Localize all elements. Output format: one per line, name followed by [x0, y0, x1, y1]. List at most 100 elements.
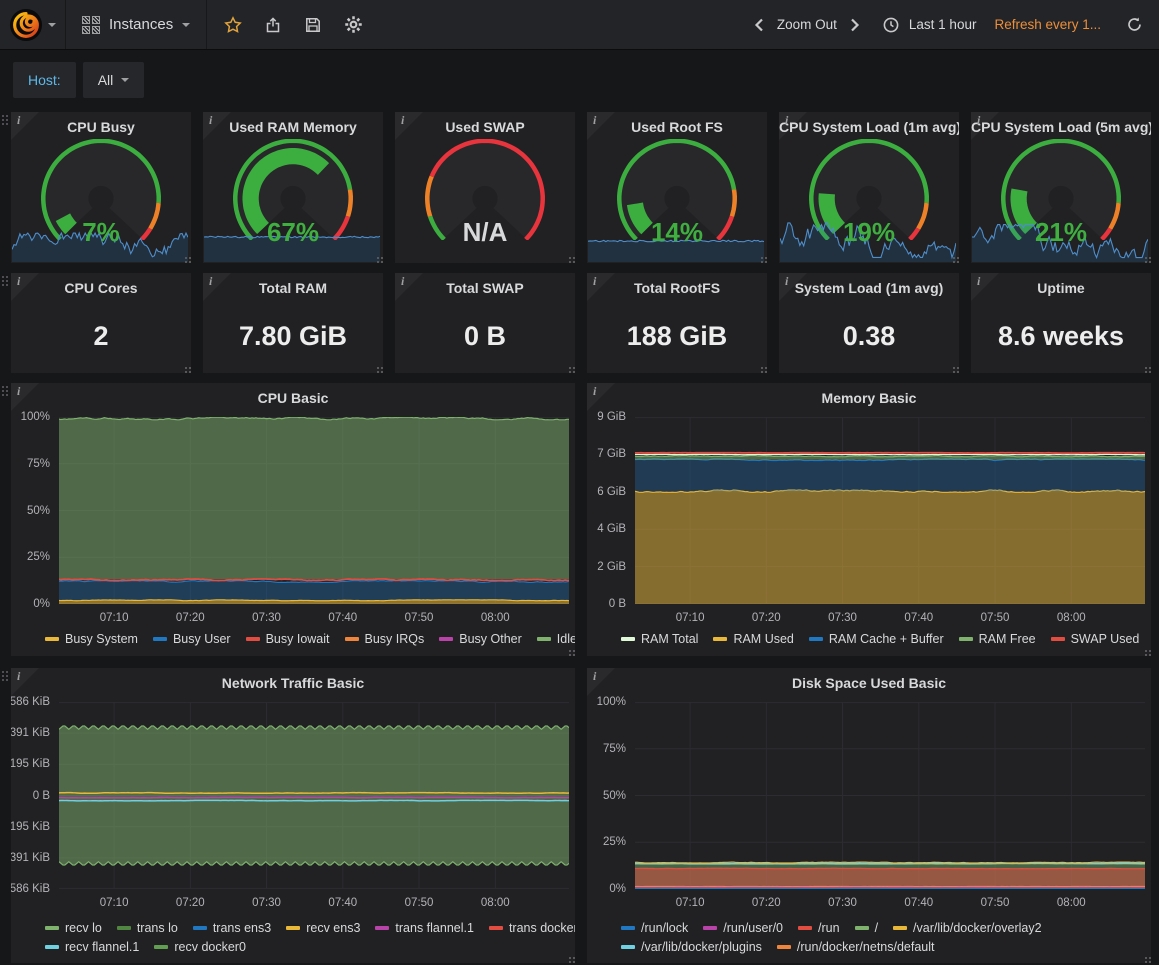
- legend-item[interactable]: /run/docker/netns/default: [777, 940, 935, 954]
- row-drag-handle[interactable]: [2, 671, 4, 673]
- legend-item[interactable]: recv ens3: [286, 921, 360, 935]
- legend-item[interactable]: recv docker0: [154, 940, 246, 954]
- panel-corner: [587, 668, 615, 696]
- legend-row: /run/lock/run/user/0/run / /var/lib/docker…: [621, 918, 1143, 937]
- panel-resize-handle[interactable]: [761, 367, 763, 369]
- panel-info-icon[interactable]: i: [593, 384, 596, 399]
- panel-info-icon[interactable]: i: [593, 274, 596, 289]
- legend-item[interactable]: Busy Iowait: [246, 632, 330, 646]
- legend-item[interactable]: /run/lock: [621, 921, 688, 935]
- legend-item[interactable]: RAM Total: [621, 632, 698, 646]
- panel-resize-handle[interactable]: [377, 257, 379, 259]
- panel-info-icon[interactable]: i: [593, 113, 596, 128]
- legend-item[interactable]: Idle: [537, 632, 575, 646]
- legend-item[interactable]: /run: [798, 921, 840, 935]
- legend-item[interactable]: trans flannel.1: [375, 921, 474, 935]
- time-shift-forward-button[interactable]: [841, 0, 869, 50]
- legend-swatch: [117, 926, 131, 930]
- panel-info-icon[interactable]: i: [209, 113, 212, 128]
- panel-title[interactable]: Memory Basic: [587, 383, 1151, 406]
- legend-label: Busy IRQs: [365, 632, 425, 646]
- panel-resize-handle[interactable]: [569, 367, 571, 369]
- legend-label: /run/docker/netns/default: [797, 940, 935, 954]
- panel-info-icon[interactable]: i: [17, 274, 20, 289]
- legend-item[interactable]: RAM Free: [959, 632, 1036, 646]
- plot-area[interactable]: [635, 702, 1145, 889]
- plot-area[interactable]: [59, 417, 569, 604]
- panel-resize-handle[interactable]: [377, 367, 379, 369]
- legend-item[interactable]: /: [855, 921, 878, 935]
- time-range-picker[interactable]: Last 1 hour: [883, 17, 981, 33]
- panel-info-icon[interactable]: i: [17, 384, 20, 399]
- settings-button[interactable]: [333, 0, 373, 50]
- panel-resize-handle[interactable]: [1145, 257, 1147, 259]
- panel-resize-handle[interactable]: [761, 257, 763, 259]
- panel-info-icon[interactable]: i: [785, 274, 788, 289]
- legend-swatch: [153, 637, 167, 641]
- panel-title[interactable]: Disk Space Used Basic: [587, 668, 1151, 691]
- plot-area[interactable]: [635, 417, 1145, 604]
- panel-info-icon[interactable]: i: [17, 113, 20, 128]
- legend-item[interactable]: Busy User: [153, 632, 231, 646]
- refresh-button[interactable]: [1119, 0, 1149, 50]
- legend-label: /: [875, 921, 878, 935]
- panel-info-icon[interactable]: i: [401, 113, 404, 128]
- refresh-interval-button[interactable]: Refresh every 1...: [994, 17, 1101, 32]
- legend-item[interactable]: Busy IRQs: [345, 632, 425, 646]
- legend-item[interactable]: RAM Used: [713, 632, 793, 646]
- panel-resize-handle[interactable]: [185, 257, 187, 259]
- stat-value: 0 B: [395, 321, 575, 352]
- panel-info-icon[interactable]: i: [977, 113, 980, 128]
- panel-info-icon[interactable]: i: [593, 669, 596, 684]
- legend-item[interactable]: trans docker0: [489, 921, 575, 935]
- row-drag-handle[interactable]: [2, 115, 4, 117]
- panel-title[interactable]: CPU Basic: [11, 383, 575, 406]
- panel-resize-handle[interactable]: [953, 367, 955, 369]
- host-variable-dropdown[interactable]: All: [83, 62, 145, 98]
- star-button[interactable]: [213, 0, 253, 50]
- row-drag-handle[interactable]: [2, 276, 4, 278]
- panel-network-traffic-basic: i Network Traffic Basic 586 KiB391 KiB19…: [11, 668, 575, 963]
- save-button[interactable]: [293, 0, 333, 50]
- panel-resize-handle[interactable]: [1145, 367, 1147, 369]
- legend-item[interactable]: Busy System: [45, 632, 138, 646]
- panel-info-icon[interactable]: i: [17, 669, 20, 684]
- panel-resize-handle[interactable]: [1145, 957, 1147, 959]
- y-tick-label: 391 KiB: [11, 727, 50, 739]
- panel-total-ram: i Total RAM 7.80 GiB: [203, 273, 383, 373]
- grafana-menu-button[interactable]: [0, 0, 66, 49]
- panel-resize-handle[interactable]: [953, 257, 955, 259]
- panel-info-icon[interactable]: i: [785, 113, 788, 128]
- legend-item[interactable]: SWAP Used: [1051, 632, 1140, 646]
- dashboard-picker[interactable]: Instances: [66, 0, 207, 49]
- host-variable-label[interactable]: Host:: [13, 62, 76, 98]
- legend-item[interactable]: recv lo: [45, 921, 102, 935]
- legend-item[interactable]: Busy Other: [439, 632, 522, 646]
- stat-row: i CPU Cores 2 i Total RAM 7.80 GiB i Tot…: [11, 273, 1151, 373]
- panel-resize-handle[interactable]: [185, 367, 187, 369]
- panel-info-icon[interactable]: i: [401, 274, 404, 289]
- panel-corner: [395, 273, 423, 301]
- legend-item[interactable]: /var/lib/docker/overlay2: [893, 921, 1042, 935]
- legend-item[interactable]: /run/user/0: [703, 921, 783, 935]
- time-shift-back-button[interactable]: [745, 0, 773, 50]
- share-button[interactable]: [253, 0, 293, 50]
- x-tick-label: 07:10: [676, 612, 705, 624]
- row-drag-handle[interactable]: [2, 386, 4, 388]
- legend-item[interactable]: trans lo: [117, 921, 178, 935]
- legend-item[interactable]: trans ens3: [193, 921, 271, 935]
- legend-item[interactable]: RAM Cache + Buffer: [809, 632, 944, 646]
- panel-resize-handle[interactable]: [569, 957, 571, 959]
- y-axis: 9 GiB7 GiB6 GiB4 GiB2 GiB0 B: [587, 417, 631, 604]
- panel-resize-handle[interactable]: [1145, 650, 1147, 652]
- share-icon: [264, 16, 282, 34]
- plot-area[interactable]: [59, 702, 569, 889]
- legend-item[interactable]: /var/lib/docker/plugins: [621, 940, 762, 954]
- panel-info-icon[interactable]: i: [977, 274, 980, 289]
- zoom-out-button[interactable]: Zoom Out: [773, 17, 841, 32]
- panel-resize-handle[interactable]: [569, 650, 571, 652]
- panel-info-icon[interactable]: i: [209, 274, 212, 289]
- legend-item[interactable]: recv flannel.1: [45, 940, 139, 954]
- panel-resize-handle[interactable]: [569, 257, 571, 259]
- panel-title[interactable]: Network Traffic Basic: [11, 668, 575, 691]
